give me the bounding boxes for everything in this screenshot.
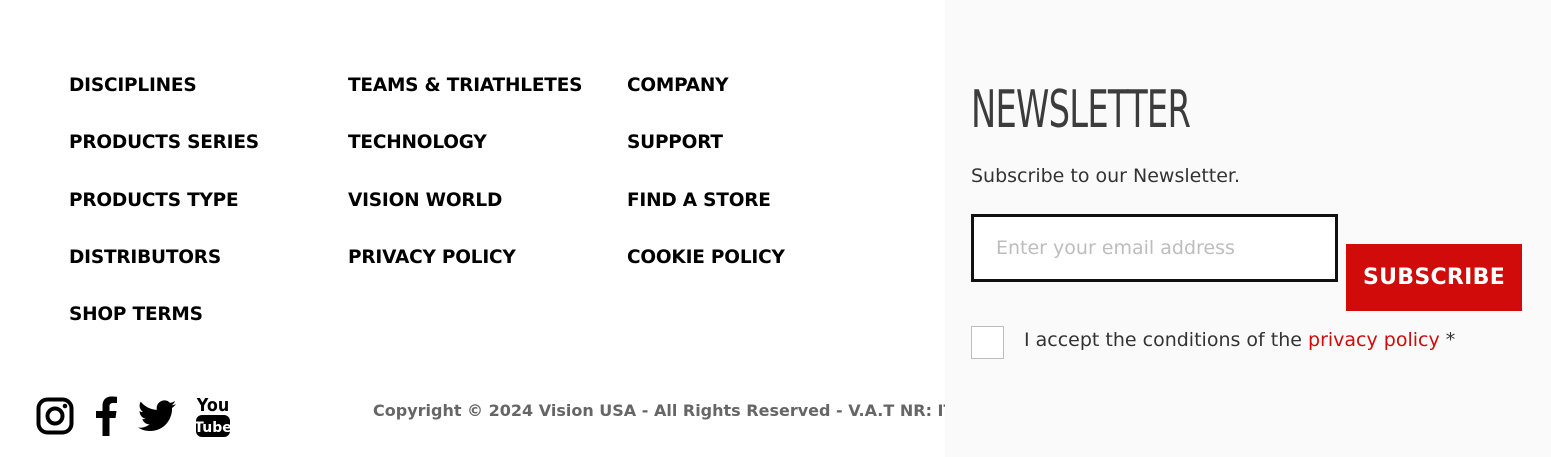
email-input[interactable] xyxy=(971,214,1338,282)
footer-links-area: DISCIPLINES PRODUCTS SERIES PRODUCTS TYP… xyxy=(0,0,945,457)
footer-link-privacy-policy[interactable]: PRIVACY POLICY xyxy=(348,245,582,302)
privacy-consent-label: I accept the conditions of the privacy p… xyxy=(1024,329,1455,351)
consent-text: I accept the conditions of the xyxy=(1024,329,1302,351)
footer-column-1: DISCIPLINES PRODUCTS SERIES PRODUCTS TYP… xyxy=(69,73,259,359)
footer-column-2: TEAMS & TRIATHLETES TECHNOLOGY VISION WO… xyxy=(348,73,582,302)
copyright-text: Copyright © 2024 Vision USA - All Rights… xyxy=(373,401,945,420)
footer-link-find-a-store[interactable]: FIND A STORE xyxy=(627,188,785,245)
facebook-icon[interactable] xyxy=(93,396,119,440)
svg-text:Tube: Tube xyxy=(195,420,231,436)
svg-text:You: You xyxy=(196,394,229,415)
privacy-consent-checkbox[interactable] xyxy=(971,326,1004,359)
footer-link-vision-world[interactable]: VISION WORLD xyxy=(348,188,582,245)
instagram-icon[interactable] xyxy=(36,397,74,439)
footer-link-cookie-policy[interactable]: COOKIE POLICY xyxy=(627,245,785,302)
privacy-policy-link[interactable]: privacy policy xyxy=(1308,329,1440,351)
required-asterisk: * xyxy=(1445,329,1456,351)
newsletter-title: NEWSLETTER xyxy=(971,80,1191,140)
footer-link-disciplines[interactable]: DISCIPLINES xyxy=(69,73,259,130)
footer-link-technology[interactable]: TECHNOLOGY xyxy=(348,130,582,187)
footer-link-shop-terms[interactable]: SHOP TERMS xyxy=(69,302,259,359)
footer-link-distributors[interactable]: DISTRIBUTORS xyxy=(69,245,259,302)
twitter-icon[interactable] xyxy=(138,400,176,436)
newsletter-panel: NEWSLETTER Subscribe to our Newsletter. … xyxy=(945,0,1551,457)
footer-link-support[interactable]: SUPPORT xyxy=(627,130,785,187)
footer-column-3: COMPANY SUPPORT FIND A STORE COOKIE POLI… xyxy=(627,73,785,302)
youtube-icon[interactable]: You Tube xyxy=(194,394,232,442)
social-links: You Tube xyxy=(36,394,250,442)
newsletter-subtitle: Subscribe to our Newsletter. xyxy=(971,165,1241,187)
subscribe-button[interactable]: SUBSCRIBE xyxy=(1346,244,1522,311)
footer-link-products-type[interactable]: PRODUCTS TYPE xyxy=(69,188,259,245)
footer-link-teams-triathletes[interactable]: TEAMS & TRIATHLETES xyxy=(348,73,582,130)
footer-link-products-series[interactable]: PRODUCTS SERIES xyxy=(69,130,259,187)
footer-link-company[interactable]: COMPANY xyxy=(627,73,785,130)
